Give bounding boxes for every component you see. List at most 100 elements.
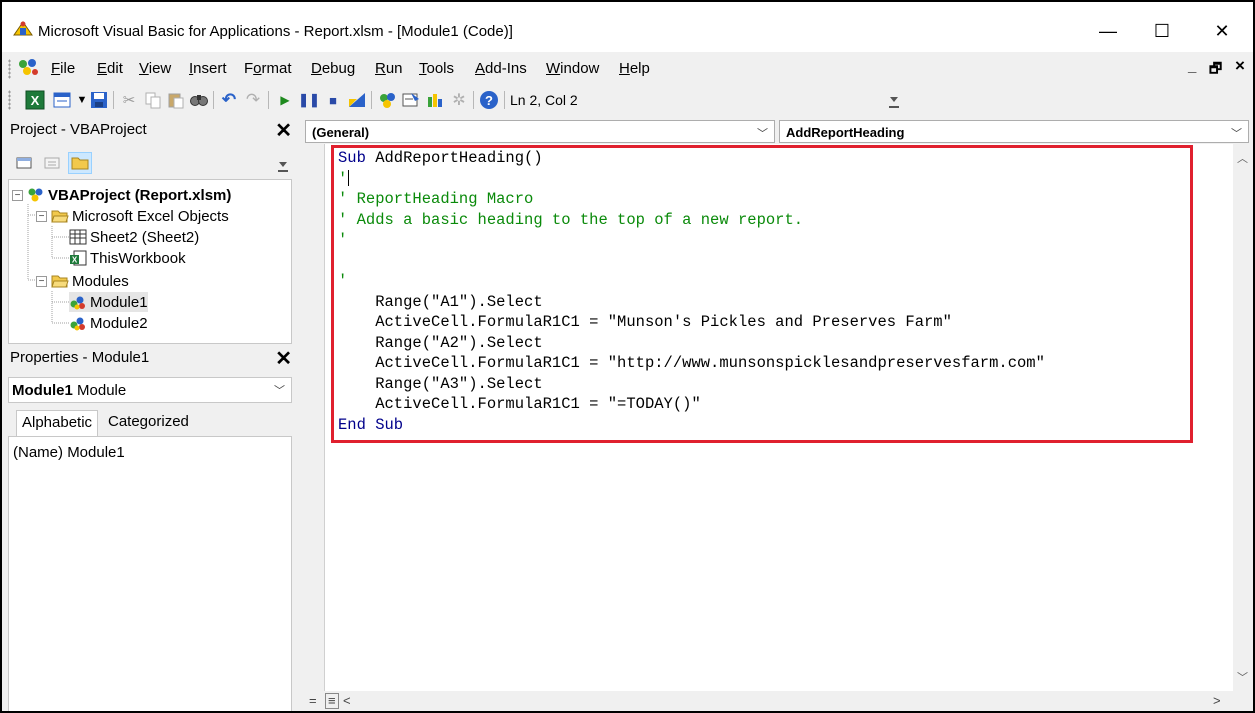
tree-root[interactable]: − VBAProject (Report.xlsm) xyxy=(12,185,231,205)
undo-icon[interactable]: ↶ xyxy=(218,89,240,111)
tree-folder-modules[interactable]: − Modules xyxy=(36,271,129,291)
code-line[interactable]: ActiveCell.FormulaR1C1 = "=TODAY()" xyxy=(338,394,1045,415)
project-explorer-icon[interactable] xyxy=(376,89,398,111)
menu-help[interactable]: Help xyxy=(619,60,650,77)
view-code-button[interactable] xyxy=(12,152,36,174)
svg-text:X: X xyxy=(72,256,78,265)
toggle-folders-button[interactable] xyxy=(68,152,92,174)
view-excel-icon[interactable]: X xyxy=(24,89,46,111)
scroll-down-icon[interactable]: ﹀ xyxy=(1237,669,1248,685)
tree-folder-label: Modules xyxy=(72,272,129,290)
save-icon[interactable] xyxy=(88,89,110,111)
toolbox-icon[interactable]: ✲ xyxy=(448,89,470,111)
view-object-button[interactable] xyxy=(40,152,64,174)
code-line[interactable]: Range("A2").Select xyxy=(338,333,1045,354)
maximize-button[interactable]: ☐ xyxy=(1142,14,1182,48)
mdi-restore-button[interactable]: 🗗 xyxy=(1209,58,1222,82)
design-mode-icon[interactable] xyxy=(346,89,368,111)
open-folder-icon xyxy=(51,275,69,288)
scroll-left-icon[interactable]: < xyxy=(343,693,351,708)
property-row[interactable]: (Name) Module1 xyxy=(13,444,125,461)
procedure-view-icon[interactable]: = xyxy=(309,693,317,708)
toolbar-grip[interactable] xyxy=(8,90,11,110)
code-line[interactable]: Sub AddReportHeading() xyxy=(338,148,1045,169)
code-line[interactable]: ActiveCell.FormulaR1C1 = "Munson's Pickl… xyxy=(338,312,1045,333)
menu-debug[interactable]: Debug xyxy=(311,60,355,77)
title-bar: Microsoft Visual Basic for Applications … xyxy=(2,2,1253,52)
menu-file[interactable]: File xyxy=(51,60,75,77)
tree-item-sheet2[interactable]: Sheet2 (Sheet2) xyxy=(69,227,199,247)
vbaproject-icon xyxy=(28,188,43,202)
scroll-right-icon[interactable]: > xyxy=(1213,693,1221,708)
full-module-view-icon[interactable]: ≡ xyxy=(325,693,339,709)
code-line[interactable]: ' xyxy=(338,169,1045,190)
vba-editor-window: Microsoft Visual Basic for Applications … xyxy=(0,0,1255,713)
cursor-position: Ln 2, Col 2 xyxy=(510,92,578,108)
collapse-icon[interactable]: − xyxy=(36,275,47,287)
collapse-icon[interactable]: − xyxy=(12,189,23,201)
menu-run[interactable]: Run xyxy=(375,60,403,77)
menu-format[interactable]: Format xyxy=(244,60,292,77)
project-toolbar-overflow-icon[interactable] xyxy=(276,150,290,176)
paste-icon[interactable] xyxy=(165,89,187,111)
code-line[interactable]: ' xyxy=(338,271,1045,292)
tree-item-module2[interactable]: Module2 xyxy=(69,313,148,333)
property-name: (Name) xyxy=(13,444,64,461)
reset-icon[interactable]: ■ xyxy=(322,89,344,111)
code-margin-indicator-bar[interactable] xyxy=(303,144,325,691)
menu-tools[interactable]: Tools xyxy=(419,60,454,77)
project-tree: − VBAProject (Report.xlsm) − Microsoft E… xyxy=(8,179,292,344)
menu-view[interactable]: View xyxy=(139,60,171,77)
properties-pane-header: Properties - Module1 ✕ xyxy=(2,345,294,371)
scroll-up-icon[interactable]: ︿ xyxy=(1237,150,1248,166)
project-pane-close-icon[interactable]: ✕ xyxy=(275,118,292,143)
vertical-scrollbar[interactable]: ︿ ﹀ xyxy=(1233,144,1253,691)
tree-item-label: Sheet2 (Sheet2) xyxy=(90,228,200,246)
code-line[interactable]: ActiveCell.FormulaR1C1 = "http://www.mun… xyxy=(338,353,1045,374)
minimize-button[interactable]: — xyxy=(1088,14,1128,48)
code-line[interactable]: End Sub xyxy=(338,415,1045,436)
tree-item-label: Module1 xyxy=(90,293,148,311)
tree-folder-excel-objects[interactable]: − Microsoft Excel Objects xyxy=(36,206,229,226)
code-line[interactable]: ' ReportHeading Macro xyxy=(338,189,1045,210)
procedure-combo[interactable]: AddReportHeading ﹀ xyxy=(779,120,1249,143)
menu-add-ins[interactable]: Add-Ins xyxy=(475,60,527,77)
properties-icon[interactable] xyxy=(400,89,422,111)
chevron-down-icon: ﹀ xyxy=(274,385,285,397)
object-browser-icon[interactable] xyxy=(424,89,446,111)
menu-edit[interactable]: Edit xyxy=(97,60,123,77)
cut-icon[interactable]: ✂ xyxy=(118,89,140,111)
property-value[interactable]: Module1 xyxy=(67,444,125,461)
tab-alphabetic[interactable]: Alphabetic xyxy=(16,410,99,436)
break-icon[interactable]: ❚❚ xyxy=(298,89,320,111)
copy-icon[interactable] xyxy=(142,89,164,111)
code-line[interactable]: Range("A1").Select xyxy=(338,292,1045,313)
code-text[interactable]: Sub AddReportHeading() ' ' ReportHeading M… xyxy=(338,148,1045,435)
toolbar-overflow-icon[interactable] xyxy=(887,91,901,111)
menubar-grip[interactable] xyxy=(8,59,11,79)
properties-object-select[interactable]: Module1 Module ﹀ xyxy=(8,377,292,403)
collapse-icon[interactable]: − xyxy=(36,210,47,222)
code-line[interactable]: ' Adds a basic heading to the top of a n… xyxy=(338,210,1045,231)
mdi-minimize-button[interactable]: _ xyxy=(1188,58,1196,75)
code-line[interactable]: ' xyxy=(338,230,1045,251)
menu-window[interactable]: Window xyxy=(546,60,599,77)
redo-icon[interactable]: ↷ xyxy=(242,89,264,111)
tree-item-thisworkbook[interactable]: X ThisWorkbook xyxy=(69,248,186,268)
code-line[interactable]: Range("A3").Select xyxy=(338,374,1045,395)
help-icon[interactable]: ? xyxy=(478,89,500,111)
find-icon[interactable] xyxy=(188,89,210,111)
horizontal-scrollbar[interactable]: = ≡ < > xyxy=(303,691,1253,711)
mdi-close-button[interactable]: × xyxy=(1235,56,1245,76)
properties-pane-close-icon[interactable]: ✕ xyxy=(275,346,292,371)
code-line[interactable] xyxy=(338,251,1045,272)
tree-item-module1[interactable]: Module1 xyxy=(69,292,148,312)
tab-categorized[interactable]: Categorized xyxy=(103,410,194,436)
menu-insert[interactable]: Insert xyxy=(189,60,227,77)
close-button[interactable]: ✕ xyxy=(1202,14,1242,48)
view-object-icon xyxy=(44,157,60,169)
run-icon[interactable]: ▶ xyxy=(274,89,296,111)
object-combo[interactable]: (General) ﹀ xyxy=(305,120,775,143)
mdi-close-icon: × xyxy=(1235,56,1245,75)
module-icon xyxy=(70,296,85,310)
